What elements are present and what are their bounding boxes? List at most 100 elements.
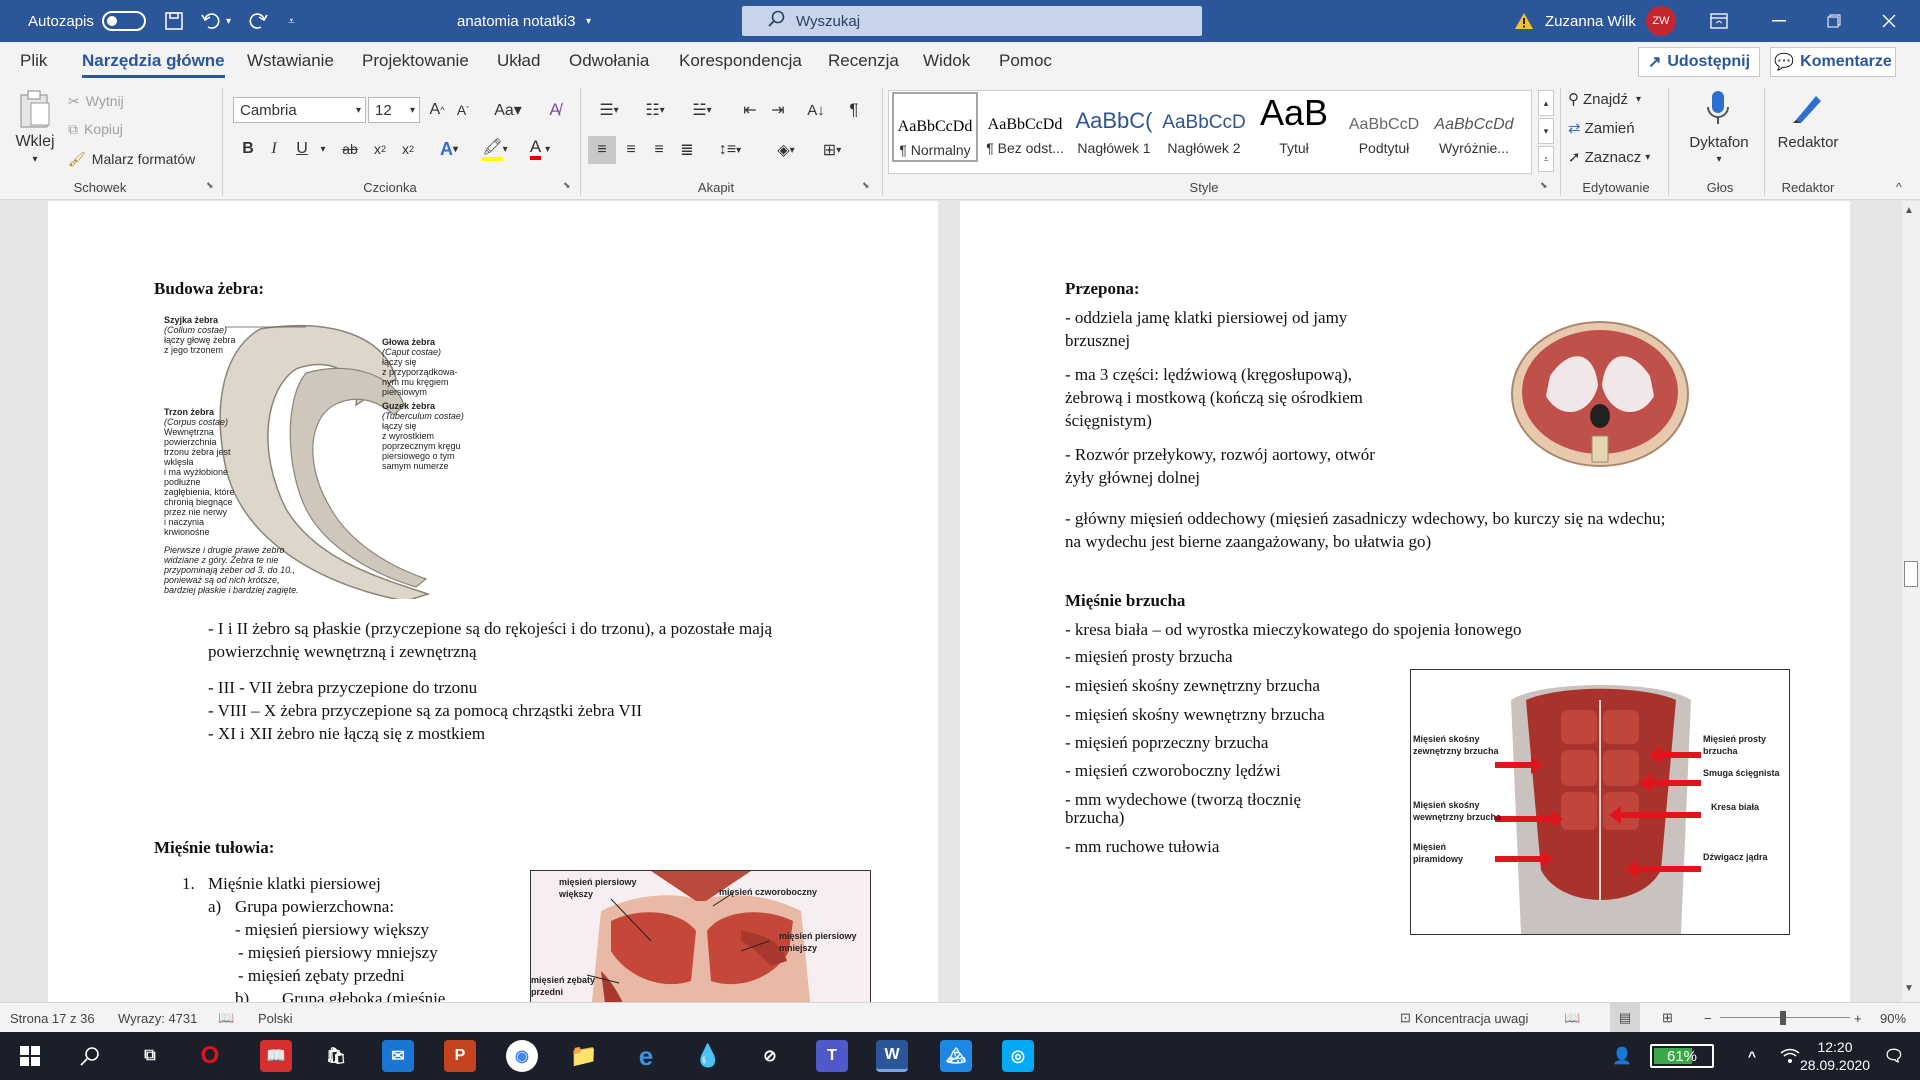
reader-app-icon[interactable]: 📖 (260, 1040, 292, 1072)
styles-more-icon[interactable]: ⩡ (1538, 146, 1554, 172)
scroll-thumb[interactable] (1904, 561, 1918, 587)
zoom-slider[interactable] (1720, 1003, 1850, 1033)
styles-scroll-up-icon[interactable]: ▴ (1538, 90, 1554, 116)
styles-launcher-icon[interactable]: ⬊ (1540, 180, 1548, 191)
search-taskbar-icon[interactable] (74, 1040, 106, 1072)
editor-button[interactable]: Redaktor (1772, 132, 1844, 152)
notifications-icon[interactable]: 🗨 (1878, 1040, 1910, 1072)
dictate-button[interactable]: Dyktafon (1686, 132, 1752, 152)
read-mode-icon[interactable]: 📖 (1564, 1003, 1580, 1033)
language[interactable]: Polski (258, 1003, 293, 1033)
increase-indent-icon[interactable]: ⇥ (766, 97, 790, 123)
paste-icon[interactable] (14, 88, 56, 130)
style-subtitle[interactable]: AaBbCcD Podtytuł (1341, 92, 1427, 162)
paint-3d-icon[interactable]: 💧 (692, 1040, 724, 1072)
clear-formatting-icon[interactable]: A̸ (542, 97, 568, 123)
title-chevron-down-icon[interactable]: ▾ (586, 0, 591, 42)
vertical-scrollbar[interactable]: ▲ ▼ (1902, 201, 1920, 1002)
bullets-icon[interactable]: ☰ ▾ (590, 97, 628, 123)
share-button[interactable]: ↗ Udostępnij (1638, 47, 1760, 77)
people-icon[interactable]: 👤 (1606, 1040, 1638, 1072)
tab-home[interactable]: Narzędzia główne (82, 42, 225, 80)
style-title[interactable]: AaB Tytuł (1251, 92, 1337, 162)
style-heading-2[interactable]: AaBbCcD Nagłówek 2 (1161, 92, 1247, 162)
web-layout-icon[interactable]: ⊞ (1662, 1003, 1673, 1033)
right-page[interactable]: Przepona: - oddziela jamę klatki piersio… (960, 201, 1850, 1002)
diaphragm-figure[interactable] (1480, 296, 1720, 486)
tab-layout[interactable]: Układ (497, 42, 540, 80)
decrease-indent-icon[interactable]: ⇤ (738, 97, 762, 123)
show-formatting-icon[interactable]: ¶ (842, 97, 866, 123)
tab-review[interactable]: Recenzja (828, 42, 899, 80)
scroll-up-icon[interactable]: ▲ (1904, 205, 1914, 216)
align-right-icon[interactable]: ≡ (646, 136, 672, 164)
ribbon-display-icon[interactable] (1710, 0, 1728, 42)
grow-font-icon[interactable]: A ^ (426, 97, 448, 123)
style-no-spacing[interactable]: AaBbCcDd ¶ Bez odst... (982, 92, 1068, 162)
underline-chevron-icon[interactable]: ▾ (318, 136, 328, 162)
align-center-icon[interactable]: ≡ (618, 136, 644, 164)
autosave-toggle[interactable] (102, 11, 146, 31)
undo-icon[interactable] (200, 0, 222, 42)
style-emphasis[interactable]: AaBbCcDd Wyróżnie... (1431, 92, 1517, 162)
subscript-icon[interactable]: x2 (368, 136, 392, 162)
tab-help[interactable]: Pomoc (999, 42, 1052, 80)
superscript-icon[interactable]: x2 (396, 136, 420, 162)
tab-design[interactable]: Projektowanie (362, 42, 469, 80)
font-color-icon[interactable]: A ▾ (522, 136, 558, 162)
line-spacing-icon[interactable]: ↕≡ ▾ (710, 136, 750, 164)
multilevel-list-icon[interactable]: ☱ ▾ (682, 97, 722, 123)
font-launcher-icon[interactable]: ⬊ (563, 180, 571, 191)
zoom-out-icon[interactable]: − (1704, 1003, 1712, 1033)
search-box[interactable]: Wyszukaj (742, 6, 1202, 36)
paste-button[interactable]: Wklej (12, 132, 58, 152)
cut-button[interactable]: ✂ Wytnij (68, 92, 124, 110)
numbering-icon[interactable]: ☷ ▾ (636, 97, 674, 123)
chest-muscles-figure[interactable]: mięsień piersiowy większy mięsień czworo… (530, 870, 871, 1002)
clipboard-launcher-icon[interactable]: ⬊ (206, 180, 214, 191)
editor-icon[interactable] (1788, 88, 1828, 128)
task-view-icon[interactable]: ⧉ (134, 1040, 166, 1072)
file-explorer-icon[interactable]: 📁 (568, 1040, 600, 1072)
rib-figure[interactable]: Szyjka żebra (Collum costae) łączy głowę… (156, 309, 516, 602)
proofing-icon[interactable]: 📖 (218, 1003, 234, 1033)
zoom-level[interactable]: 90% (1880, 1003, 1906, 1033)
style-heading-1[interactable]: AaBbC( Nagłówek 1 (1071, 92, 1157, 162)
opera-icon[interactable]: O (194, 1040, 226, 1072)
focus-mode-button[interactable]: ⊡ Koncentracja uwagi (1400, 1003, 1528, 1033)
microphone-icon[interactable] (1700, 88, 1736, 128)
battery-indicator[interactable]: 61% (1650, 1044, 1714, 1068)
camera-app-icon[interactable]: ◎ (1002, 1040, 1034, 1072)
save-icon[interactable] (164, 0, 184, 42)
abdominal-muscles-figure[interactable]: Mięsień skośny zewnętrzny brzucha Mięsie… (1410, 669, 1790, 935)
borders-icon[interactable]: ⊞ ▾ (812, 136, 852, 164)
user-name[interactable]: Zuzanna Wilk (1545, 0, 1636, 42)
dictate-chevron-icon[interactable]: ▾ (1712, 152, 1726, 166)
align-left-icon[interactable]: ≡ (588, 136, 616, 164)
bold-icon[interactable]: B (238, 136, 258, 162)
zoom-in-icon[interactable]: + (1854, 1003, 1862, 1033)
minimize-icon[interactable] (1772, 0, 1786, 42)
strikethrough-icon[interactable]: ab (338, 136, 362, 162)
tab-insert[interactable]: Wstawianie (247, 42, 334, 80)
speedtest-icon[interactable]: ⊘ (754, 1040, 786, 1072)
tab-references[interactable]: Odwołania (569, 42, 649, 80)
document-title[interactable]: anatomia notatki3 (457, 0, 575, 42)
photos-icon[interactable]: 🏔 (940, 1040, 972, 1072)
shading-icon[interactable]: ◈ ▾ (766, 136, 806, 164)
font-size-box[interactable]: 12 ▾ (368, 97, 420, 123)
restore-icon[interactable] (1827, 0, 1841, 42)
mail-icon[interactable]: ✉ (382, 1040, 414, 1072)
styles-scroll-down-icon[interactable]: ▾ (1538, 118, 1554, 144)
replace-button[interactable]: ⇄ Zamień (1568, 117, 1635, 139)
sort-icon[interactable]: A↓ (804, 97, 828, 123)
user-avatar[interactable]: ZW (1646, 6, 1676, 36)
clock[interactable]: 12:20 28.09.2020 (1800, 1038, 1870, 1074)
paste-chevron-icon[interactable]: ▾ (28, 152, 42, 166)
word-taskbar-icon[interactable]: W (876, 1040, 908, 1072)
pdf-app-icon[interactable]: P (444, 1040, 476, 1072)
tab-mailings[interactable]: Korespondencja (679, 42, 802, 80)
style-normal[interactable]: AaBbCcDd ¶ Normalny (892, 92, 978, 162)
justify-icon[interactable]: ≣ (674, 136, 700, 164)
font-name-box[interactable]: Cambria ▾ (233, 97, 366, 123)
